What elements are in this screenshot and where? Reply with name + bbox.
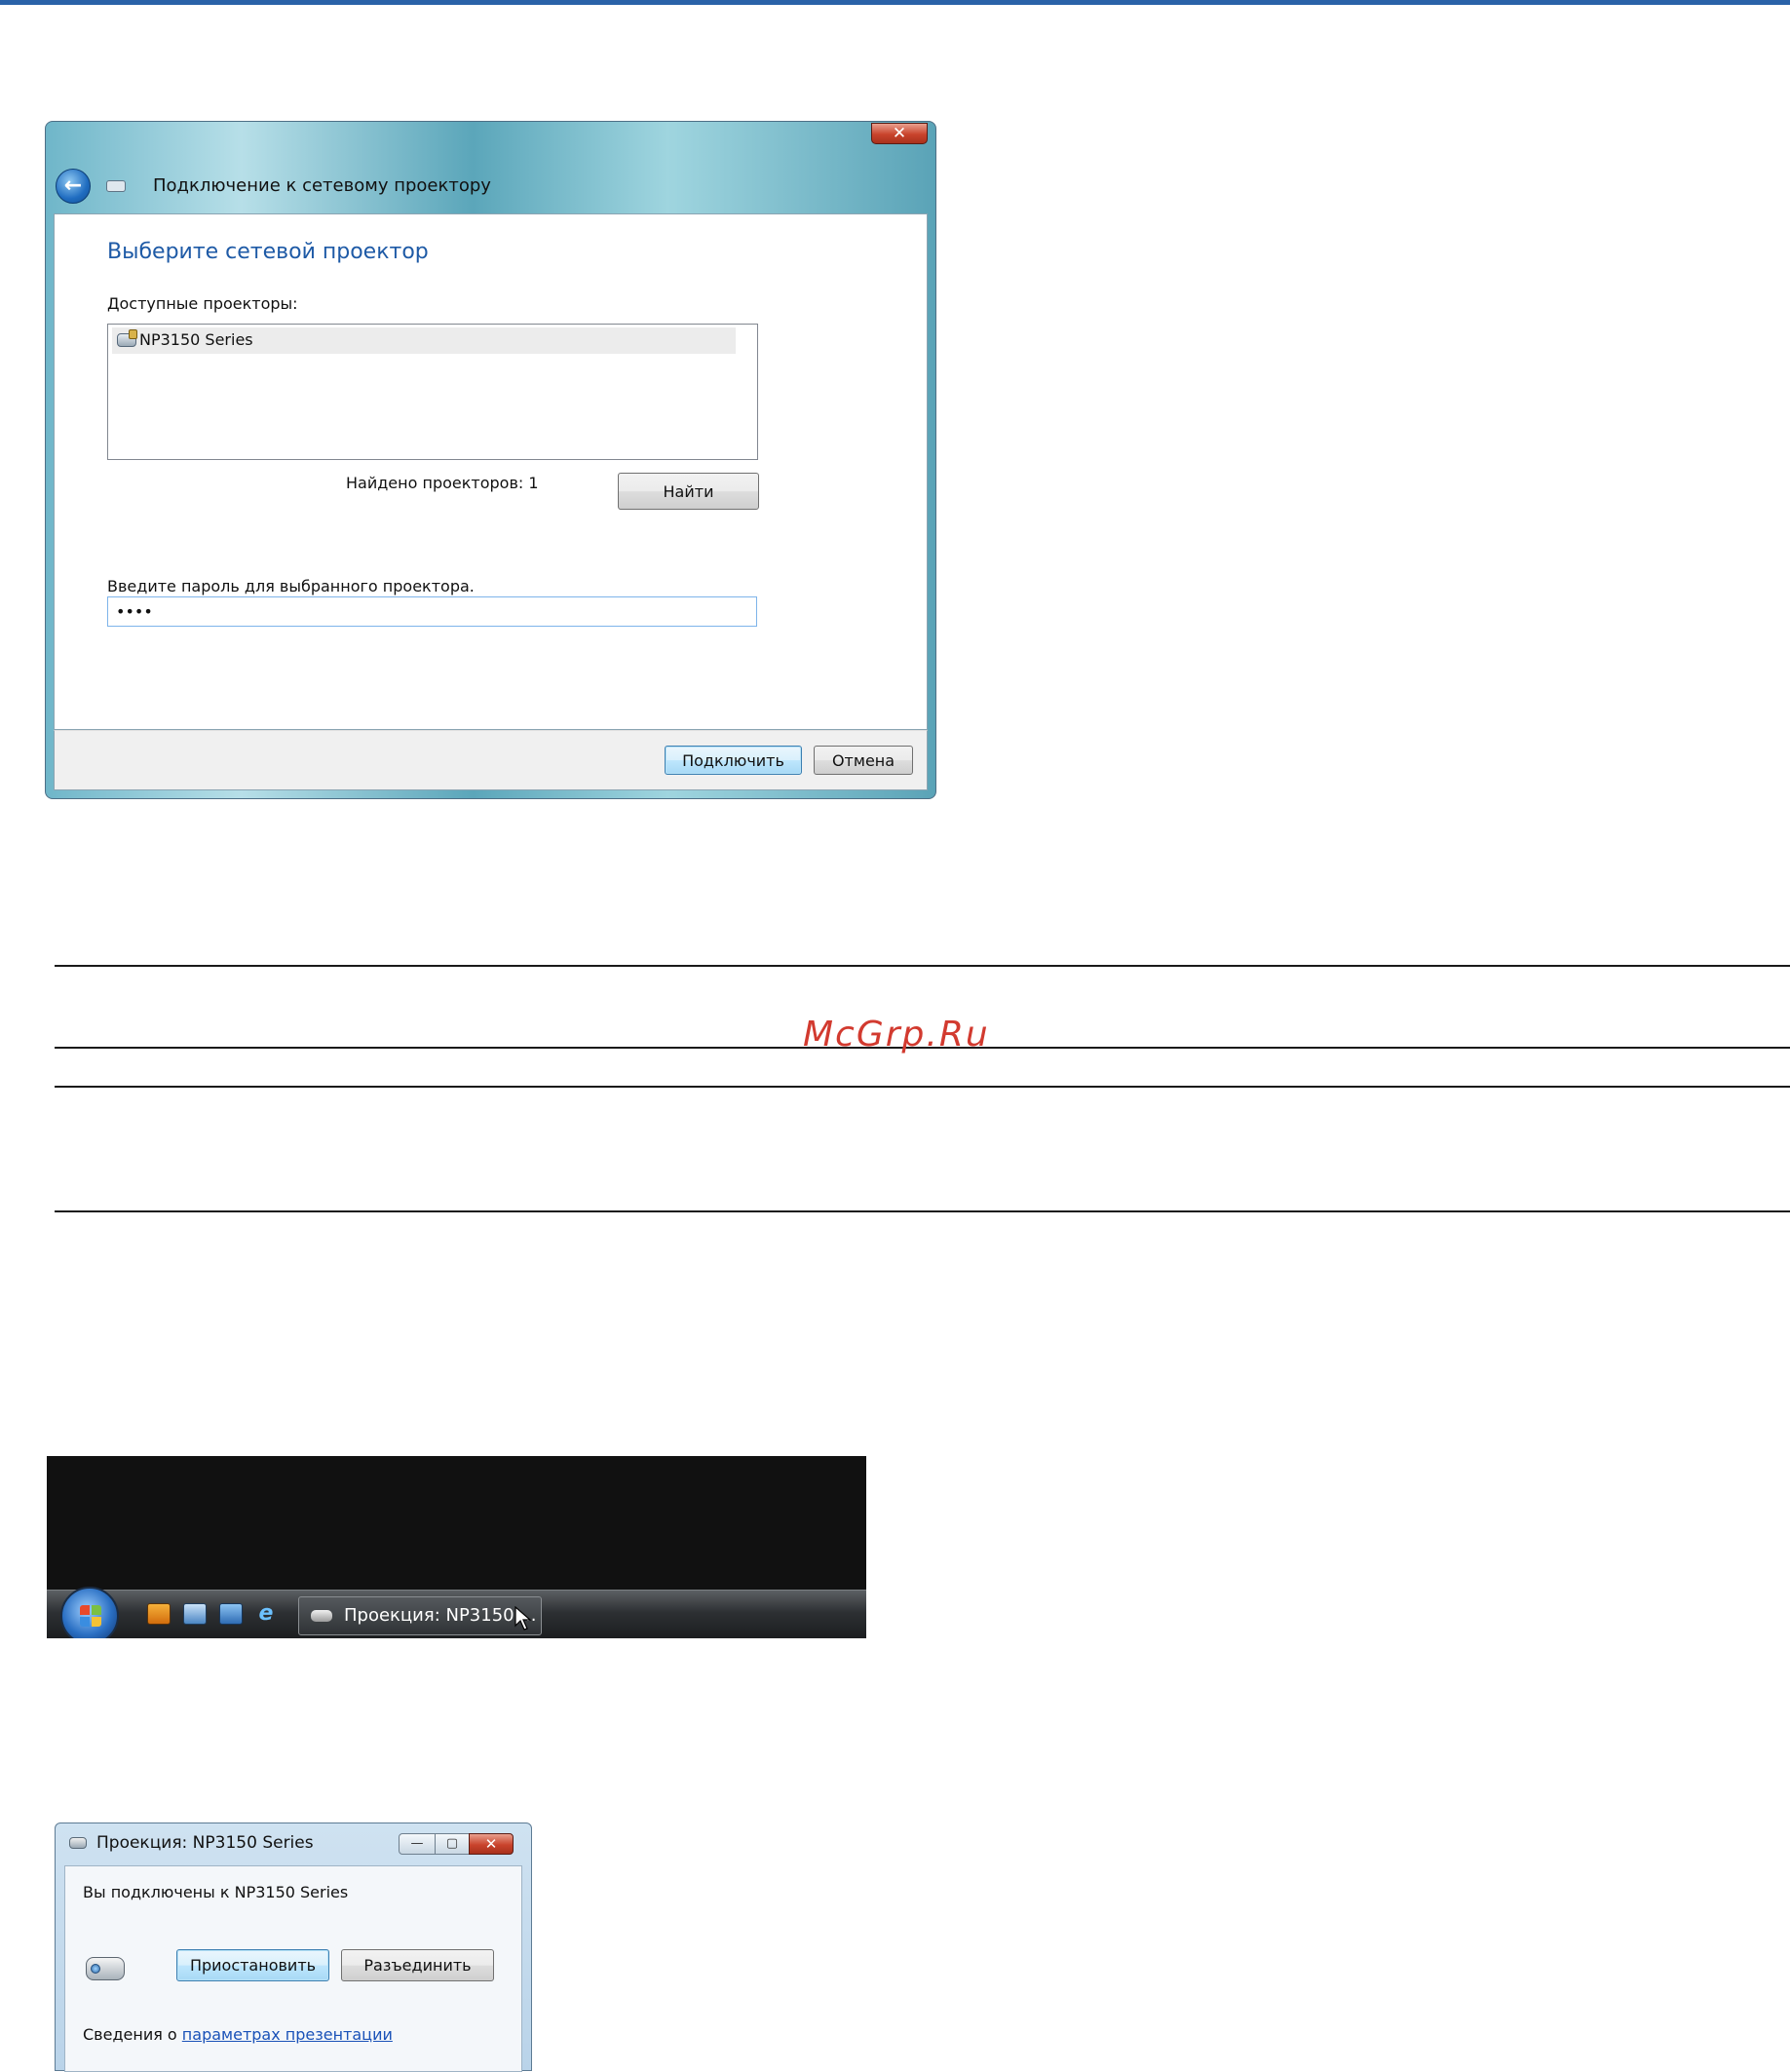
taskbar-button-label: Проекция: NP3150 ... <box>344 1605 537 1626</box>
network-projector-icon <box>106 180 126 192</box>
divider-line <box>55 1086 1790 1088</box>
available-projectors-label: Доступные проекторы: <box>107 294 298 313</box>
disconnect-button[interactable]: Разъединить <box>341 1949 494 1981</box>
presentation-info: Сведения о параметрах презентации <box>83 2025 393 2044</box>
divider-line <box>55 965 1790 967</box>
lens-icon <box>91 1964 100 1974</box>
media-player-icon[interactable] <box>147 1603 171 1625</box>
cancel-button[interactable]: Отмена <box>814 746 913 775</box>
window-content: Вы подключены к NP3150 Series Приостанов… <box>64 1865 522 2072</box>
divider-line <box>55 1210 1790 1212</box>
top-accent-line <box>0 0 1790 5</box>
projector-list[interactable]: NP3150 Series <box>107 324 758 460</box>
dialog-footer: Подключить Отмена <box>54 730 928 790</box>
watermark: McGrp.Ru <box>803 1015 990 1055</box>
find-button[interactable]: Найти <box>618 473 759 510</box>
back-arrow-icon[interactable]: ← <box>56 169 91 204</box>
close-button[interactable]: ✕ <box>469 1833 514 1855</box>
found-count-text: Найдено проекторов: 1 <box>346 474 539 492</box>
window-title: Проекция: NP3150 Series <box>96 1833 314 1853</box>
projector-icon <box>69 1837 87 1849</box>
close-button[interactable]: ✕ <box>871 123 928 144</box>
switch-windows-icon[interactable] <box>183 1603 207 1625</box>
page-heading: Выберите сетевой проектор <box>107 240 429 264</box>
maximize-button[interactable]: ▢ <box>435 1833 470 1855</box>
connection-status-text: Вы подключены к NP3150 Series <box>83 1883 349 1901</box>
windows-logo-icon <box>80 1605 101 1627</box>
dialog-title: Подключение к сетевому проектору <box>153 175 491 196</box>
connect-projector-dialog: ✕ ← Подключение к сетевому проектору Выб… <box>45 121 936 799</box>
projector-icon <box>311 1610 332 1622</box>
info-prefix: Сведения о <box>83 2025 182 2044</box>
show-desktop-icon[interactable] <box>219 1603 243 1625</box>
presentation-settings-link[interactable]: параметрах презентации <box>182 2025 393 2044</box>
projection-window: Проекция: NP3150 Series — ▢ ✕ Вы подключ… <box>55 1823 532 2072</box>
pause-button[interactable]: Приостановить <box>176 1949 329 1981</box>
taskbar-projection-button[interactable]: Проекция: NP3150 ... <box>298 1596 542 1635</box>
connect-button[interactable]: Подключить <box>665 746 802 775</box>
minimize-button[interactable]: — <box>399 1833 436 1855</box>
projector-name: NP3150 Series <box>139 330 253 349</box>
mouse-cursor-icon <box>514 1606 532 1631</box>
dialog-content: Выберите сетевой проектор Доступные прое… <box>54 213 928 730</box>
lock-icon <box>129 329 137 339</box>
projector-icon <box>86 1957 125 1980</box>
start-button[interactable] <box>60 1587 119 1638</box>
password-label: Введите пароль для выбранного проектора. <box>107 577 475 595</box>
list-item[interactable]: NP3150 Series <box>112 327 736 354</box>
taskbar-screenshot: e Проекция: NP3150 ... <box>47 1456 866 1638</box>
internet-explorer-icon[interactable]: e <box>254 1603 278 1625</box>
password-input[interactable] <box>107 596 757 627</box>
